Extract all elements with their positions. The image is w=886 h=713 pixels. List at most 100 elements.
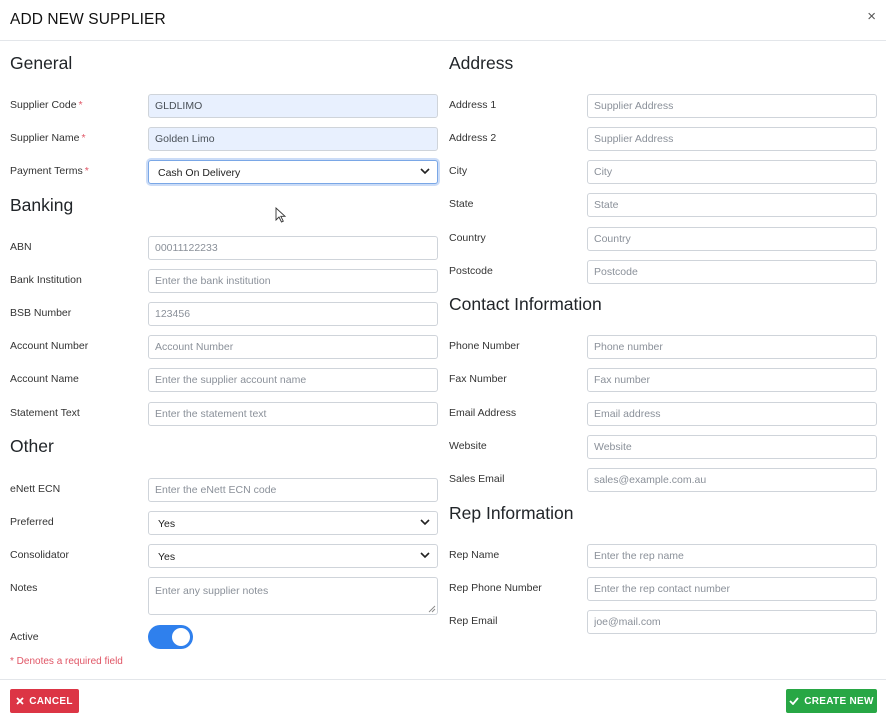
rep-name-input[interactable]	[587, 544, 877, 568]
consolidator-label: Consolidator	[10, 549, 69, 561]
rep-name-label: Rep Name	[449, 549, 500, 561]
account-name-label: Account Name	[10, 373, 79, 385]
check-icon	[789, 697, 799, 705]
payment-terms-value: Cash On Delivery	[158, 167, 241, 179]
supplier-name-input[interactable]	[148, 127, 438, 151]
phone-number-input[interactable]	[587, 335, 877, 359]
state-input[interactable]	[587, 193, 877, 217]
enett-ecn-input[interactable]	[148, 478, 438, 502]
chevron-down-icon	[420, 519, 430, 526]
account-number-row: Account Number	[0, 335, 440, 359]
bank-institution-input[interactable]	[148, 269, 438, 293]
website-row: Website	[440, 435, 880, 459]
abn-label: ABN	[10, 241, 32, 253]
rep-email-row: Rep Email	[440, 610, 880, 634]
country-label: Country	[449, 232, 486, 244]
country-row: Country	[440, 227, 880, 251]
email-address-input[interactable]	[587, 402, 877, 426]
address1-label: Address 1	[449, 99, 497, 111]
website-input[interactable]	[587, 435, 877, 459]
notes-label: Notes	[10, 582, 38, 594]
city-label: City	[449, 165, 468, 177]
address2-label: Address 2	[449, 132, 497, 144]
fax-number-input[interactable]	[587, 368, 877, 392]
statement-text-input[interactable]	[148, 402, 438, 426]
create-new-button-label: CREATE NEW	[804, 695, 874, 707]
section-title-rep: Rep Information	[449, 503, 574, 523]
state-row: State	[440, 193, 880, 217]
section-title-other: Other	[10, 436, 54, 456]
email-address-row: Email Address	[440, 402, 880, 426]
modal-header: ADD NEW SUPPLIER ×	[0, 0, 886, 41]
fax-number-row: Fax Number	[440, 368, 880, 392]
bank-institution-label: Bank Institution	[10, 274, 82, 286]
account-number-input[interactable]	[148, 335, 438, 359]
cancel-button-label: CANCEL	[29, 695, 73, 707]
abn-input[interactable]	[148, 236, 438, 260]
postcode-row: Postcode	[440, 260, 880, 284]
rep-phone-label: Rep Phone Number	[449, 582, 542, 594]
phone-number-label: Phone Number	[449, 340, 520, 352]
bsb-number-input[interactable]	[148, 302, 438, 326]
postcode-input[interactable]	[587, 260, 877, 284]
chevron-down-icon	[420, 552, 430, 559]
supplier-name-row: Supplier Name *	[0, 127, 440, 151]
rep-email-input[interactable]	[587, 610, 877, 634]
address1-row: Address 1	[440, 94, 880, 118]
bank-institution-row: Bank Institution	[0, 269, 440, 293]
preferred-value: Yes	[158, 518, 176, 530]
modal-title: ADD NEW SUPPLIER	[10, 11, 166, 28]
rep-phone-row: Rep Phone Number	[440, 577, 880, 601]
website-label: Website	[449, 440, 487, 452]
rep-phone-input[interactable]	[587, 577, 877, 601]
postcode-label: Postcode	[449, 265, 493, 277]
supplier-code-label: Supplier Code *	[10, 99, 83, 111]
consolidator-select[interactable]: Yes	[148, 544, 438, 568]
footer-divider	[0, 679, 886, 680]
account-number-label: Account Number	[10, 340, 89, 352]
phone-number-row: Phone Number	[440, 335, 880, 359]
notes-textarea[interactable]	[148, 577, 438, 615]
preferred-label: Preferred	[10, 516, 54, 528]
create-new-button[interactable]: CREATE NEW	[786, 689, 877, 713]
section-title-banking: Banking	[10, 195, 74, 215]
section-title-contact: Contact Information	[449, 294, 602, 314]
chevron-down-icon	[420, 168, 430, 175]
close-icon[interactable]: ×	[867, 9, 876, 25]
payment-terms-select[interactable]: Cash On Delivery	[148, 160, 438, 184]
address2-row: Address 2	[440, 127, 880, 151]
statement-text-label: Statement Text	[10, 407, 80, 419]
email-address-label: Email Address	[449, 407, 517, 419]
rep-name-row: Rep Name	[440, 544, 880, 568]
city-input[interactable]	[587, 160, 877, 184]
fax-number-label: Fax Number	[449, 373, 507, 385]
country-input[interactable]	[587, 227, 877, 251]
bsb-number-label: BSB Number	[10, 307, 72, 319]
preferred-select[interactable]: Yes	[148, 511, 438, 535]
address1-input[interactable]	[587, 94, 877, 118]
state-label: State	[449, 198, 474, 210]
account-name-input[interactable]	[148, 368, 438, 392]
supplier-name-label: Supplier Name *	[10, 132, 86, 144]
section-title-address: Address	[449, 53, 514, 73]
sales-email-input[interactable]	[587, 468, 877, 492]
active-toggle[interactable]	[148, 625, 193, 649]
enett-ecn-row: eNett ECN	[0, 478, 440, 502]
consolidator-value: Yes	[158, 551, 176, 563]
supplier-code-input[interactable]	[148, 94, 438, 118]
bsb-number-row: BSB Number	[0, 302, 440, 326]
rep-email-label: Rep Email	[449, 615, 498, 627]
city-row: City	[440, 160, 880, 184]
sales-email-label: Sales Email	[449, 473, 505, 485]
payment-terms-row: Payment Terms * Cash On Delivery	[0, 160, 440, 184]
sales-email-row: Sales Email	[440, 468, 880, 492]
toggle-knob	[172, 628, 190, 646]
preferred-row: Preferred Yes	[0, 511, 440, 535]
abn-row: ABN	[0, 236, 440, 260]
section-title-general: General	[10, 53, 73, 73]
resize-grip-icon[interactable]	[428, 605, 436, 613]
address2-input[interactable]	[587, 127, 877, 151]
cancel-button[interactable]: CANCEL	[10, 689, 79, 713]
supplier-code-row: Supplier Code *	[0, 94, 440, 118]
required-field-note: * Denotes a required field	[10, 656, 123, 667]
